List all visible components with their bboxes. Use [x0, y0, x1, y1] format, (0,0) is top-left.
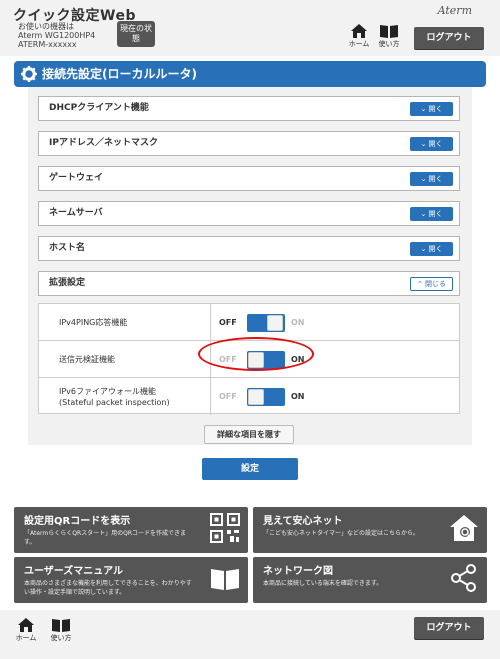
open-button[interactable]: ⌄ 開く	[410, 207, 453, 221]
guide-label: 使い方	[50, 634, 72, 642]
toggle-track[interactable]	[247, 314, 285, 332]
mieteanshin-net-card[interactable]: 見えて安心ネット 「こども安心ネットタイマー」などの設定はこちらから。	[253, 507, 487, 553]
home-icon	[18, 618, 34, 632]
footer-guide-nav[interactable]: 使い方	[47, 618, 75, 643]
accordion-gateway[interactable]: ゲートウェイ ⌄ 開く	[38, 166, 460, 191]
toggle-knob[interactable]	[248, 389, 264, 405]
guide-label: 使い方	[378, 40, 400, 48]
card-description: 本商品のさまざまな機能を利用してできることを、わかりやすい操作・設定手順で説明し…	[24, 580, 192, 596]
card-description: 「AtermらくらくQRスタート」用のQRコードを作成できます。	[24, 530, 187, 546]
home-label: ホーム	[348, 40, 370, 48]
card-description: 本商品に接続している端末を確認できます。	[263, 580, 383, 587]
close-button[interactable]: ⌃ 閉じる	[410, 277, 453, 291]
toggle-on-label: ON	[291, 318, 305, 327]
accordion-ip-netmask[interactable]: IPアドレス／ネットマスク ⌄ 開く	[38, 131, 460, 156]
open-button[interactable]: ⌄ 開く	[410, 172, 453, 186]
section-title-bar: 接続先設定(ローカルルータ)	[14, 61, 486, 87]
accordion-label: 拡張設定	[49, 278, 86, 288]
guide-nav[interactable]: 使い方	[375, 24, 403, 49]
gear-icon	[21, 66, 37, 82]
card-title: ユーザーズマニュアル	[24, 566, 123, 577]
network-share-icon	[451, 564, 476, 592]
setting-label: IPv6ファイアウォール機能 (Stateful packet inspecti…	[39, 378, 211, 415]
accordion-extended-settings[interactable]: 拡張設定 ⌃ 閉じる	[38, 271, 460, 296]
accordion-host-name[interactable]: ホスト名 ⌄ 開く	[38, 236, 460, 261]
toggle-on-label: ON	[291, 392, 305, 401]
home-label: ホーム	[15, 634, 37, 642]
submit-button[interactable]: 設定	[202, 458, 298, 480]
qr-code-icon	[210, 513, 240, 543]
accordion-label: ホスト名	[49, 243, 86, 253]
user-manual-card[interactable]: ユーザーズマニュアル 本商品のさまざまな機能を利用してできることを、わかりやすい…	[14, 557, 248, 603]
footer: ホーム 使い方 ログアウト	[0, 610, 500, 659]
open-button[interactable]: ⌄ 開く	[410, 137, 453, 151]
home-icon	[351, 24, 367, 38]
footer-logout-button[interactable]: ログアウト	[414, 617, 484, 639]
table-row: IPv6ファイアウォール機能 (Stateful packet inspecti…	[39, 378, 459, 415]
toggle-off-label: OFF	[219, 318, 237, 327]
card-title: ネットワーク図	[263, 566, 333, 577]
current-status-button[interactable]: 現在の状態	[117, 21, 155, 47]
section-title: 接続先設定(ローカルルータ)	[42, 67, 197, 81]
table-row: IPv4PING応答機能 OFF ON	[39, 304, 459, 341]
highlight-ellipse	[198, 337, 314, 371]
header: クイック設定Web お使いの機器は Aterm WG1200HP4 ATERM-…	[0, 0, 500, 56]
toggle-knob[interactable]	[267, 315, 283, 331]
open-button[interactable]: ⌄ 開く	[410, 242, 453, 256]
accordion-label: IPアドレス／ネットマスク	[49, 138, 158, 148]
aterm-logo: Aterm	[437, 4, 472, 17]
accordion-dhcp-client[interactable]: DHCPクライアント機能 ⌄ 開く	[38, 96, 460, 121]
accordion-label: ゲートウェイ	[49, 173, 104, 183]
settings-panel: DHCPクライアント機能 ⌄ 開く IPアドレス／ネットマスク ⌄ 開く ゲート…	[28, 87, 472, 445]
card-title: 見えて安心ネット	[263, 516, 343, 527]
accordion-label: DHCPクライアント機能	[49, 103, 149, 113]
setting-label: 送信元検証機能	[39, 341, 211, 377]
book-icon	[211, 569, 239, 590]
ipv4-ping-toggle[interactable]: OFF ON	[219, 314, 319, 332]
toggle-track[interactable]	[247, 388, 285, 406]
card-description: 「こども安心ネットタイマー」などの設定はこちらから。	[263, 530, 420, 537]
accordion-label: ネームサーバ	[49, 208, 103, 218]
qr-code-card[interactable]: 設定用QRコードを表示 「AtermらくらくQRスタート」用のQRコードを作成で…	[14, 507, 248, 553]
setting-label: IPv4PING応答機能	[39, 304, 211, 340]
book-icon	[52, 619, 70, 632]
footer-home-nav[interactable]: ホーム	[12, 618, 40, 643]
book-icon	[380, 25, 398, 38]
device-name: ATERM-xxxxxx	[18, 40, 77, 49]
card-title: 設定用QRコードを表示	[24, 516, 131, 527]
network-map-card[interactable]: ネットワーク図 本商品に接続している端末を確認できます。	[253, 557, 487, 603]
home-nav[interactable]: ホーム	[345, 24, 373, 49]
open-button[interactable]: ⌄ 開く	[410, 102, 453, 116]
ipv6-firewall-toggle[interactable]: OFF ON	[219, 388, 319, 406]
hide-details-button[interactable]: 詳細な項目を隠す	[204, 425, 294, 444]
toggle-off-label: OFF	[219, 392, 237, 401]
home-shield-icon	[450, 515, 478, 541]
logout-button[interactable]: ログアウト	[414, 27, 484, 49]
accordion-name-server[interactable]: ネームサーバ ⌄ 開く	[38, 201, 460, 226]
